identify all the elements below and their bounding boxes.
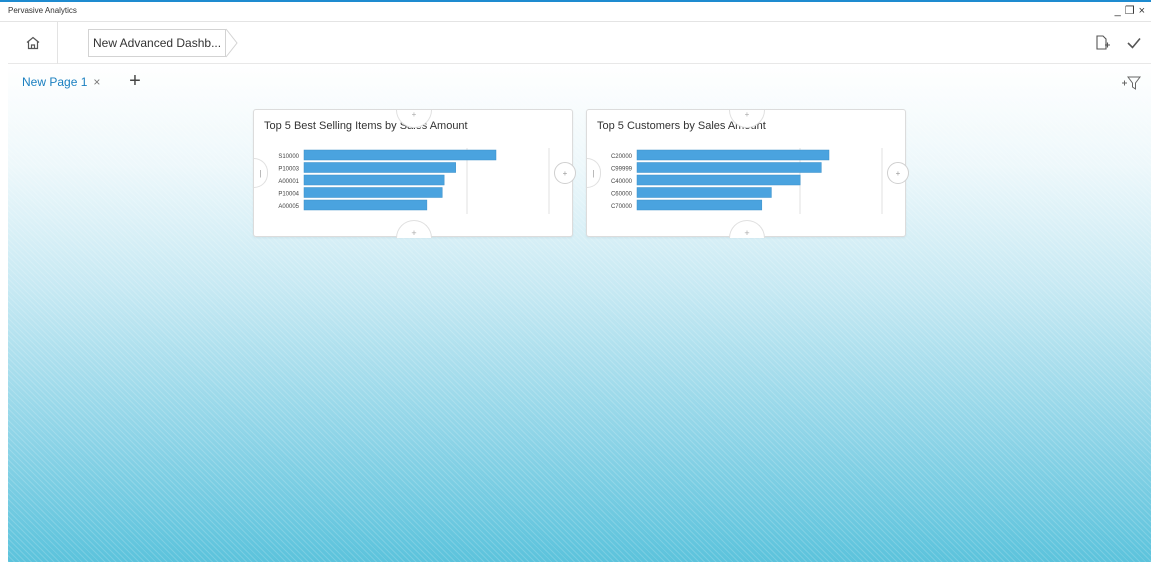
bar-C70000[interactable]: [636, 199, 763, 211]
bar-S10000[interactable]: [303, 149, 497, 161]
application-window: Pervasive Analytics _ ❒ × New Advanced D…: [0, 0, 1151, 562]
bar-C20000[interactable]: [636, 149, 830, 161]
tab-new-page-1[interactable]: New Page 1 ×: [22, 75, 100, 89]
restore-button[interactable]: ❒: [1125, 4, 1135, 18]
bar-chart: C20000 C99999 C40000 C60000 C70000: [611, 148, 883, 214]
category-label: P10003: [278, 167, 299, 173]
add-right-handle[interactable]: +: [554, 162, 576, 184]
document-add-icon[interactable]: [1093, 34, 1111, 52]
dashboard-canvas: New Page 1 × + Top 5 Best Selling Items …: [8, 64, 1151, 562]
close-button[interactable]: ×: [1139, 4, 1145, 18]
category-label: C60000: [611, 192, 633, 198]
add-filter-icon[interactable]: [1121, 74, 1141, 92]
category-label: A00005: [278, 204, 299, 210]
bar-P10003[interactable]: [303, 162, 456, 173]
navbar-actions: [1093, 22, 1143, 64]
bar-C99999[interactable]: [636, 162, 822, 173]
category-label: A00001: [278, 179, 299, 185]
add-right-handle[interactable]: +: [887, 162, 909, 184]
home-icon: [26, 36, 39, 50]
breadcrumb-chevron: [225, 28, 238, 58]
category-label: P10004: [278, 192, 299, 198]
breadcrumb-dashboard-name[interactable]: New Advanced Dashb...: [88, 29, 226, 57]
category-label: S10000: [278, 154, 299, 160]
category-label: C20000: [611, 154, 633, 160]
tab-label: New Page 1: [22, 75, 88, 89]
bar-chart: S10000 P10003 A00001 P10004 A00005: [278, 148, 550, 214]
bar-A00005[interactable]: [303, 199, 428, 211]
category-label: C99999: [611, 167, 633, 173]
chart-card-top-customers[interactable]: Top 5 Customers by Sales Amount C20000 C9…: [586, 109, 909, 238]
chart-card-best-selling-items[interactable]: Top 5 Best Selling Items by Sales Amount…: [253, 109, 576, 238]
bar-A00001[interactable]: [303, 174, 445, 186]
category-label: C40000: [611, 179, 633, 185]
app-title: Pervasive Analytics: [8, 6, 77, 15]
bar-C40000[interactable]: [636, 174, 801, 186]
check-icon[interactable]: [1125, 34, 1143, 52]
bar-P10004[interactable]: [303, 187, 443, 198]
tab-close-icon[interactable]: ×: [93, 75, 100, 89]
title-bar: Pervasive Analytics _ ❒ ×: [0, 2, 1151, 22]
window-controls: _ ❒ ×: [1115, 3, 1145, 19]
navigation-bar: New Advanced Dashb...: [8, 22, 1151, 64]
home-button[interactable]: [8, 22, 58, 64]
category-label: C70000: [611, 204, 633, 210]
bar-C60000[interactable]: [636, 187, 772, 198]
minimize-button[interactable]: _: [1115, 4, 1121, 18]
add-page-button[interactable]: +: [126, 71, 144, 91]
